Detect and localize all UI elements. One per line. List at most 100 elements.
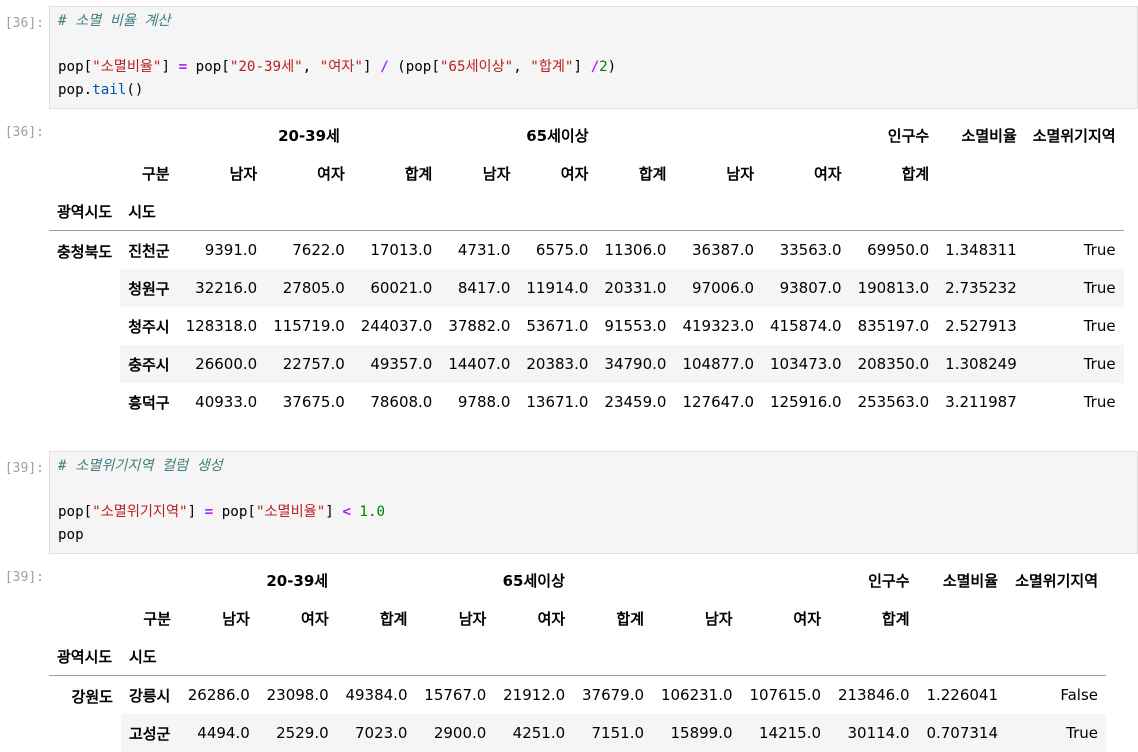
row-index-city: 고성군 bbox=[121, 714, 179, 752]
input-prompt-36: [36]: bbox=[0, 16, 44, 31]
sub-header-row: 구분 남자 여자 합계 남자 여자 합계 남자 여자 합계 bbox=[49, 154, 1124, 192]
table-cell: 208350.0 bbox=[850, 345, 938, 383]
col-group-65-plus: 65세이상 bbox=[415, 561, 652, 599]
table-cell: 22757.0 bbox=[265, 345, 353, 383]
table-cell: 6575.0 bbox=[518, 231, 596, 270]
col-group-population: 인구수 bbox=[674, 116, 937, 154]
col-header: 남자 bbox=[415, 599, 494, 637]
col-header: 합계 bbox=[829, 599, 918, 637]
table-cell: 37675.0 bbox=[265, 383, 353, 421]
col-header: 합계 bbox=[573, 599, 652, 637]
code-cell-39[interactable]: # 소멸위기지역 컬럼 생성 pop["소멸위기지역"] = pop["소멸비율… bbox=[49, 451, 1138, 554]
table-cell: 190813.0 bbox=[850, 269, 938, 307]
table-cell: 14407.0 bbox=[440, 345, 518, 383]
col-header: 합계 bbox=[850, 154, 938, 192]
col-header: 남자 bbox=[440, 154, 518, 192]
table-cell: 20331.0 bbox=[596, 269, 674, 307]
dataframe-output-1: 20-39세 65세이상 인구수 소멸비율 소멸위기지역 구분 남자 여자 합계… bbox=[49, 116, 1124, 421]
table-cell: 103473.0 bbox=[762, 345, 850, 383]
table-cell: 15899.0 bbox=[652, 714, 741, 752]
table-cell: 36387.0 bbox=[674, 231, 762, 270]
row-index-city: 강릉시 bbox=[121, 676, 179, 715]
col-header: 남자 bbox=[652, 599, 741, 637]
table-cell: True bbox=[1025, 307, 1124, 345]
table-cell: 2900.0 bbox=[415, 714, 494, 752]
sub-header-row: 구분 남자 여자 합계 남자 여자 합계 남자 여자 합계 bbox=[49, 599, 1106, 637]
col-level-label: 구분 bbox=[121, 599, 179, 637]
table-cell: 2.735232 bbox=[937, 269, 1025, 307]
row-index-city: 흥덕구 bbox=[120, 383, 177, 421]
row-index-city: 청원구 bbox=[120, 269, 177, 307]
table-cell: True bbox=[1025, 231, 1124, 270]
table-cell: 4251.0 bbox=[494, 714, 573, 752]
table-cell: 40933.0 bbox=[178, 383, 266, 421]
col-extinction-ratio: 소멸비율 bbox=[937, 116, 1025, 154]
output-prompt-36: [36]: bbox=[0, 125, 44, 140]
code-comment: # 소멸 비율 계산 bbox=[58, 13, 170, 29]
table-cell: 1.308249 bbox=[937, 345, 1025, 383]
col-header: 여자 bbox=[518, 154, 596, 192]
table-cell: 49384.0 bbox=[337, 676, 416, 715]
table-cell: 125916.0 bbox=[762, 383, 850, 421]
table-cell: 34790.0 bbox=[596, 345, 674, 383]
table-cell: 106231.0 bbox=[652, 676, 741, 715]
input-prompt-39: [39]: bbox=[0, 461, 44, 476]
col-header: 합계 bbox=[337, 599, 416, 637]
table-cell: 1.226041 bbox=[918, 676, 1007, 715]
col-group-population: 인구수 bbox=[652, 561, 918, 599]
col-group-65-plus: 65세이상 bbox=[440, 116, 674, 154]
table-row: 강원도강릉시26286.023098.049384.015767.021912.… bbox=[49, 676, 1106, 715]
table-cell: 2.527913 bbox=[937, 307, 1025, 345]
table-cell: 253563.0 bbox=[850, 383, 938, 421]
table-cell: 244037.0 bbox=[353, 307, 441, 345]
table-cell: 49357.0 bbox=[353, 345, 441, 383]
table-cell: 419323.0 bbox=[674, 307, 762, 345]
col-extinction-ratio: 소멸비율 bbox=[918, 561, 1007, 599]
table-cell: 835197.0 bbox=[850, 307, 938, 345]
table-cell: 26286.0 bbox=[179, 676, 258, 715]
table-cell: 104877.0 bbox=[674, 345, 762, 383]
row-index-city: 진천군 bbox=[120, 231, 177, 270]
col-group-20-39: 20-39세 bbox=[179, 561, 416, 599]
table-cell: 37882.0 bbox=[440, 307, 518, 345]
table-cell: 128318.0 bbox=[178, 307, 266, 345]
code-line-tail: pop.tail() bbox=[58, 79, 1129, 102]
table-cell: 7622.0 bbox=[265, 231, 353, 270]
col-header: 합계 bbox=[596, 154, 674, 192]
table-cell: False bbox=[1006, 676, 1106, 715]
col-group-20-39: 20-39세 bbox=[178, 116, 441, 154]
col-extinction-risk: 소멸위기지역 bbox=[1006, 561, 1106, 599]
index-name-province: 광역시도 bbox=[49, 192, 120, 231]
code-line-assign: pop["소멸비율"] = pop["20-39세", "여자"] / (pop… bbox=[58, 56, 1129, 79]
index-name-city: 시도 bbox=[121, 637, 179, 676]
code-line-assign: pop["소멸위기지역"] = pop["소멸비율"] < 1.0 bbox=[58, 501, 1129, 524]
table-cell: 7151.0 bbox=[573, 714, 652, 752]
col-header: 여자 bbox=[762, 154, 850, 192]
row-index-city: 청주시 bbox=[120, 307, 177, 345]
table-cell: 26600.0 bbox=[178, 345, 266, 383]
table-cell: 127647.0 bbox=[674, 383, 762, 421]
index-name-city: 시도 bbox=[120, 192, 177, 231]
table-cell: 60021.0 bbox=[353, 269, 441, 307]
code-cell-36[interactable]: # 소멸 비율 계산 pop["소멸비율"] = pop["20-39세", "… bbox=[49, 6, 1138, 109]
table-cell: 11914.0 bbox=[518, 269, 596, 307]
table-cell: 14215.0 bbox=[741, 714, 830, 752]
table-cell: True bbox=[1025, 345, 1124, 383]
table-cell: 15767.0 bbox=[415, 676, 494, 715]
table-cell: 93807.0 bbox=[762, 269, 850, 307]
index-name-row: 광역시도 시도 bbox=[49, 637, 1106, 676]
col-header: 여자 bbox=[494, 599, 573, 637]
row-index-province: 강원도 bbox=[49, 676, 121, 752]
table-cell: 91553.0 bbox=[596, 307, 674, 345]
table-cell: 4494.0 bbox=[179, 714, 258, 752]
table-cell: 53671.0 bbox=[518, 307, 596, 345]
table-row: 흥덕구40933.037675.078608.09788.013671.0234… bbox=[49, 383, 1124, 421]
col-header: 여자 bbox=[741, 599, 830, 637]
row-index-city: 충주시 bbox=[120, 345, 177, 383]
table-cell: 4731.0 bbox=[440, 231, 518, 270]
col-level-label: 구분 bbox=[120, 154, 177, 192]
table-cell: 27805.0 bbox=[265, 269, 353, 307]
row-index-province: 충청북도 bbox=[49, 231, 120, 422]
table-cell: 32216.0 bbox=[178, 269, 266, 307]
col-header: 남자 bbox=[178, 154, 266, 192]
